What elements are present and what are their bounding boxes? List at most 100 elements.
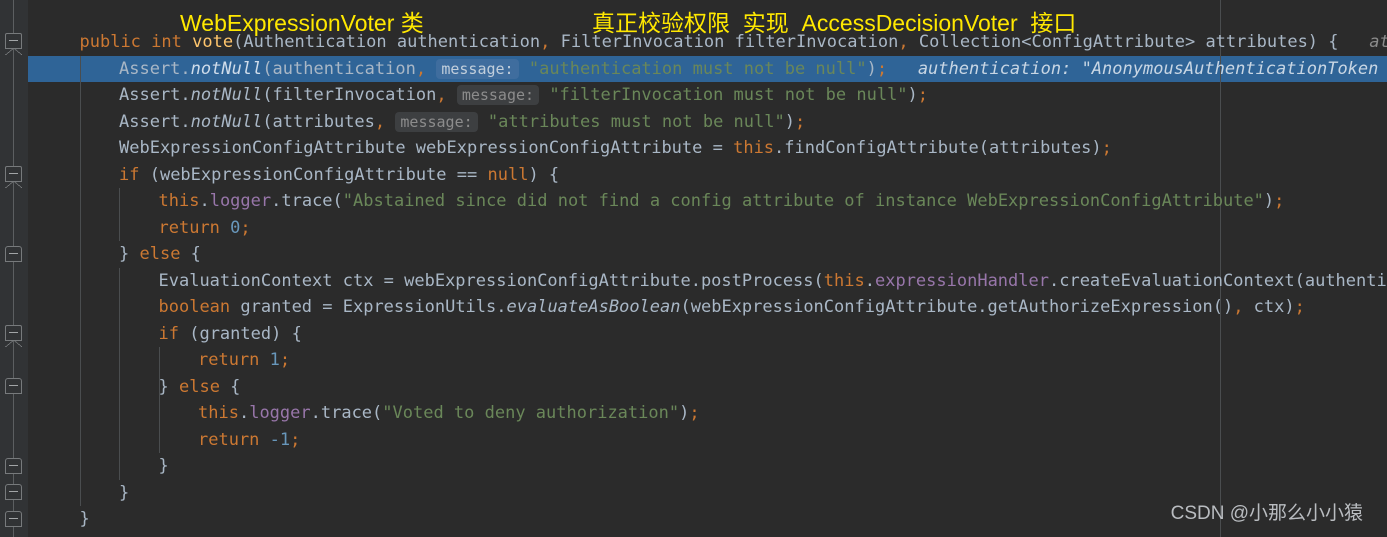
code-line[interactable]: boolean granted = ExpressionUtils.evalua…	[28, 294, 1305, 321]
code-token-dbg: attribu	[1369, 32, 1387, 52]
code-token-pln: Assert.	[119, 85, 191, 105]
code-token-hint: message:	[436, 58, 519, 79]
code-token-kw: ,	[540, 32, 551, 52]
code-token-kw: return	[158, 217, 220, 238]
code-editor[interactable]: public int vote(Authentication authentic…	[0, 0, 1387, 537]
code-line[interactable]: }	[28, 453, 169, 480]
fold-minus-glyph	[9, 253, 18, 254]
code-token-pln: .	[238, 403, 250, 423]
code-line[interactable]: EvaluationContext ctx = webExpressionCon…	[28, 268, 1387, 295]
code-token-pln: granted = ExpressionUtils.	[230, 297, 507, 317]
code-token-sta: notNull	[190, 111, 263, 132]
code-token-kw: this	[198, 403, 239, 423]
code-token-kw: ;	[876, 58, 888, 79]
code-line[interactable]: return 1;	[28, 347, 290, 374]
code-line[interactable]: return -1;	[28, 427, 300, 454]
code-token-dbg: authentication: "AnonymousAuthentication…	[887, 58, 1387, 79]
fold-minus-glyph	[9, 173, 18, 174]
fold-end-icon[interactable]	[5, 511, 22, 527]
code-token-pln	[259, 430, 269, 450]
code-line[interactable]: }	[28, 506, 90, 533]
code-token-num: 0	[230, 217, 241, 238]
code-token-hint: message:	[456, 85, 540, 105]
code-token-str: "Abstained since did not find a config a…	[342, 191, 1264, 211]
code-token-num: 1	[269, 350, 280, 370]
code-token-str: "attributes must not be null"	[487, 111, 785, 132]
code-line[interactable]: } else {	[28, 374, 241, 401]
code-token-kw: else	[139, 244, 181, 264]
fold-minus-glyph	[9, 465, 18, 466]
code-token-kw: ,	[436, 85, 447, 105]
code-token-pln	[478, 112, 488, 132]
code-token-kw: ;	[240, 217, 251, 238]
fold-end-icon[interactable]	[5, 484, 22, 500]
code-token-pln: }	[119, 244, 140, 264]
code-token-fld: logger	[209, 191, 272, 211]
code-token-pln: }	[119, 482, 130, 503]
code-token-kw: ;	[1294, 297, 1305, 317]
code-line[interactable]: Assert.notNull(filterInvocation, message…	[28, 82, 928, 109]
code-token-pln: Assert.	[119, 111, 191, 132]
code-token-pln	[539, 85, 549, 105]
code-token-pln	[519, 59, 529, 79]
code-token-kw: ;	[1274, 191, 1285, 211]
code-token-kw: this	[733, 138, 775, 158]
code-token-pln: }	[79, 509, 90, 529]
fold-start-icon[interactable]	[5, 166, 22, 188]
editor-gutter[interactable]	[0, 0, 28, 537]
code-token-str: "filterInvocation must not be null"	[549, 85, 908, 105]
fold-end-icon[interactable]	[5, 458, 22, 474]
code-token-hint: message:	[395, 111, 478, 132]
code-token-kw: null	[487, 164, 529, 185]
code-line[interactable]: Assert.notNull(attributes, message: "att…	[28, 109, 805, 136]
fold-start-icon[interactable]	[5, 33, 22, 55]
code-token-sta: notNull	[190, 58, 263, 79]
fold-start-icon[interactable]	[5, 325, 22, 347]
code-token-kw: ,	[415, 58, 427, 79]
code-token-pln: .createEvaluationContext(authenticatio	[1048, 270, 1387, 291]
fold-end-icon[interactable]	[5, 378, 22, 394]
code-token-pln: )	[679, 403, 690, 423]
fold-end-icon[interactable]	[5, 246, 22, 262]
code-token-pln: .trace(	[310, 403, 383, 423]
code-token-str: "authentication must not be null"	[528, 58, 867, 79]
code-line[interactable]: return 0;	[28, 215, 251, 242]
code-line[interactable]: this.logger.trace("Abstained since did n…	[28, 188, 1285, 215]
code-token-pln: )	[907, 85, 918, 105]
code-line[interactable]: } else {	[28, 241, 201, 268]
code-token-kw: ;	[794, 111, 806, 132]
code-token-sta: evaluateAsBoolean	[506, 297, 681, 317]
code-token-num: -1	[269, 429, 291, 450]
code-token-kw: this	[823, 270, 865, 291]
annotation-label-1: 真正校验权限 实现 AccessDecisionVoter 接口	[592, 10, 1077, 36]
code-token-fld: expressionHandler	[874, 270, 1049, 291]
code-line[interactable]: Assert.notNull(authentication, message: …	[28, 56, 1387, 83]
code-line[interactable]: if (granted) {	[28, 321, 302, 348]
code-token-kw: ;	[290, 429, 301, 450]
code-token-pln: ctx)	[1243, 297, 1295, 317]
code-token-pln: .trace(	[271, 191, 343, 211]
code-token-kw: boolean	[158, 297, 231, 317]
code-token-pln	[426, 59, 436, 79]
code-token-pln: (granted) {	[178, 323, 302, 344]
code-content-area[interactable]: public int vote(Authentication authentic…	[28, 0, 1387, 537]
code-token-pln: EvaluationContext ctx = webExpressionCon…	[158, 270, 824, 291]
code-token-pln: .findConfigAttribute(attributes)	[774, 138, 1102, 158]
code-token-pln: Assert.	[119, 58, 191, 79]
code-token-kw: ,	[374, 111, 386, 132]
code-line[interactable]: if (webExpressionConfigAttribute == null…	[28, 162, 559, 189]
code-line[interactable]: }	[28, 480, 129, 507]
code-token-pln: }	[158, 376, 179, 397]
code-token-pln: .	[864, 270, 875, 291]
code-token-pln	[220, 218, 230, 238]
code-token-str: "Voted to deny authorization"	[382, 403, 680, 423]
code-line[interactable]: WebExpressionConfigAttribute webExpressi…	[28, 135, 1112, 162]
code-token-kw: if	[119, 164, 140, 185]
fold-minus-glyph	[9, 385, 18, 386]
code-line[interactable]: this.logger.trace("Voted to deny authori…	[28, 400, 700, 427]
code-token-kw: if	[158, 323, 179, 344]
code-token-pln: }	[158, 456, 169, 476]
code-token-pln	[141, 32, 151, 52]
code-token-kw: ;	[1101, 138, 1112, 158]
code-token-kw: return	[198, 350, 260, 370]
